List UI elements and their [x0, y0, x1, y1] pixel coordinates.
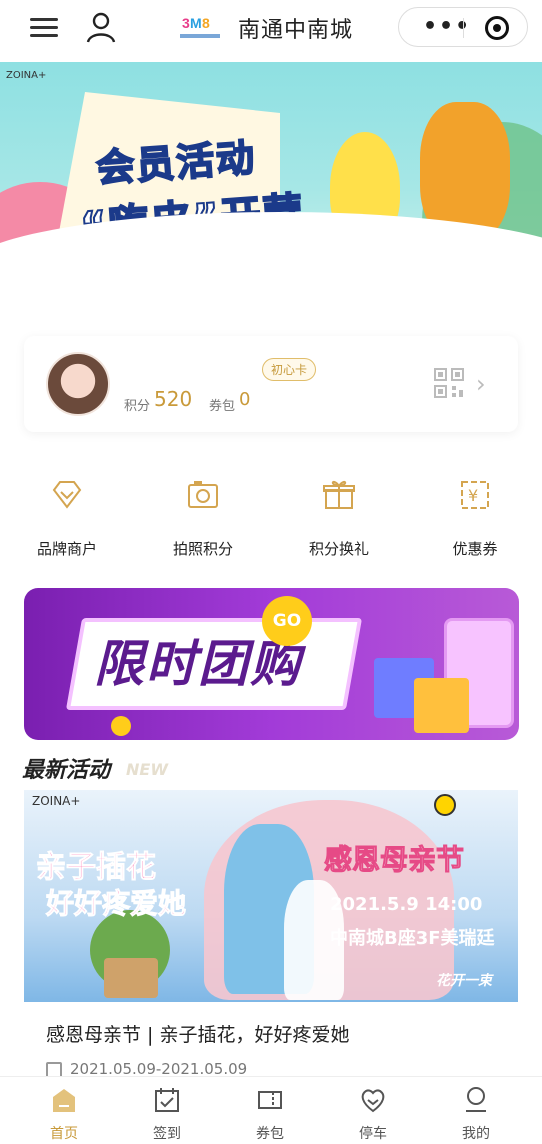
group-buy-banner[interactable]: 限时团购 GO	[24, 588, 519, 740]
camera-icon	[188, 481, 218, 508]
quick-menu: 品牌商户 拍照积分 积分换礼 ¥ 优惠券	[0, 470, 542, 560]
brand-logo: 3 M 8	[180, 15, 220, 38]
activity-image-text-2: 好好疼爱她	[45, 887, 187, 921]
quick-item-label: 品牌商户	[36, 540, 97, 558]
activity-brand-logo: ZOINA+	[32, 794, 81, 808]
section-title: 最新活动	[22, 758, 111, 783]
diamond-icon	[52, 481, 82, 509]
tab-coupons[interactable]: 券包	[230, 1085, 310, 1143]
tab-parking[interactable]: 停车	[333, 1085, 413, 1143]
gift-icon	[323, 480, 355, 509]
calendar-check-icon	[155, 1088, 179, 1112]
ticket-icon	[258, 1091, 282, 1109]
top-bar: 3 M 8 南通中南城 •••	[0, 0, 542, 58]
activity-image-title: 感恩母亲节	[323, 843, 465, 877]
shopping-bag-illustration	[414, 678, 469, 733]
activity-image-footer: 花开一束	[436, 973, 492, 989]
svg-text:M: M	[190, 15, 202, 31]
quick-item-brands[interactable]: 品牌商户	[12, 470, 122, 559]
hero-banner[interactable]: ZOINA+ 会员活动 “嗨皮”开营	[0, 62, 542, 272]
svg-text:3: 3	[182, 15, 190, 31]
tab-label: 停车	[359, 1126, 387, 1142]
coupon-icon: ¥	[461, 481, 489, 509]
tab-label: 首页	[50, 1126, 78, 1142]
quick-item-redeem-gifts[interactable]: 积分换礼	[284, 470, 394, 559]
promo-go-badge: GO	[262, 596, 312, 646]
page-title: 南通中南城	[238, 18, 354, 43]
svg-text:8: 8	[202, 15, 210, 31]
close-target-icon[interactable]	[485, 16, 509, 40]
quick-item-photo-points[interactable]: 拍照积分	[148, 470, 258, 559]
activity-title[interactable]: 感恩母亲节 | 亲子插花，好好疼爱她	[46, 1020, 349, 1047]
quick-item-label: 积分换礼	[308, 540, 369, 558]
card-level-badge: 初心卡	[262, 358, 317, 381]
svg-text:¥: ¥	[468, 486, 478, 505]
activity-card[interactable]: ZOINA+ 亲子插花 好好疼爱她 感恩母亲节 2021.5.9 14:00 中…	[24, 790, 518, 1090]
quick-item-label: 优惠券	[452, 540, 498, 558]
tab-bar: 首页 签到 券包 停车 我的	[0, 1076, 542, 1144]
quick-item-coupons[interactable]: ¥ 优惠券	[420, 470, 530, 559]
qr-code-icon[interactable]	[434, 368, 464, 398]
tab-home[interactable]: 首页	[24, 1085, 104, 1143]
tab-label: 券包	[256, 1126, 284, 1142]
banner-brand-logo: ZOINA+	[6, 70, 47, 81]
home-icon	[53, 1089, 75, 1112]
heart-car-icon	[361, 1089, 385, 1113]
mini-program-capsule: •••	[398, 7, 528, 47]
coupons-value: 0	[239, 389, 251, 410]
tab-checkin[interactable]: 签到	[127, 1085, 207, 1143]
promo-dot-decoration	[111, 716, 131, 736]
chevron-right-icon[interactable]: ›	[476, 370, 486, 398]
tab-mine[interactable]: 我的	[436, 1085, 516, 1143]
activity-image-time: 2021.5.9 14:00	[330, 894, 483, 915]
points-label: 积分	[124, 399, 151, 414]
points-value: 520	[154, 387, 193, 411]
app-page: { "header": { "title": "南通中南城" }, "banne…	[0, 0, 542, 1144]
coupons-label: 券包	[209, 399, 236, 414]
quick-item-label: 拍照积分	[172, 540, 233, 558]
section-new-tag: NEW	[126, 760, 168, 779]
tab-label: 我的	[462, 1126, 490, 1142]
activity-image-text-1: 亲子插花	[36, 850, 157, 886]
tab-label: 签到	[153, 1126, 181, 1142]
smile-logo-icon	[434, 794, 456, 816]
flower-pot-illustration	[104, 958, 158, 998]
avatar[interactable]	[46, 352, 110, 416]
member-card[interactable]: 初心卡 积分 520 券包 0 ›	[24, 336, 518, 432]
user-icon	[466, 1087, 486, 1112]
banner-headline-1: 会员活动	[94, 134, 259, 191]
activity-image-place: 中南城B座3F美瑞廷	[330, 928, 495, 949]
menu-icon[interactable]	[30, 14, 58, 40]
user-icon[interactable]	[84, 10, 118, 44]
activity-image[interactable]: ZOINA+ 亲子插花 好好疼爱她 感恩母亲节 2021.5.9 14:00 中…	[24, 790, 518, 1002]
capsule-divider	[463, 18, 464, 38]
